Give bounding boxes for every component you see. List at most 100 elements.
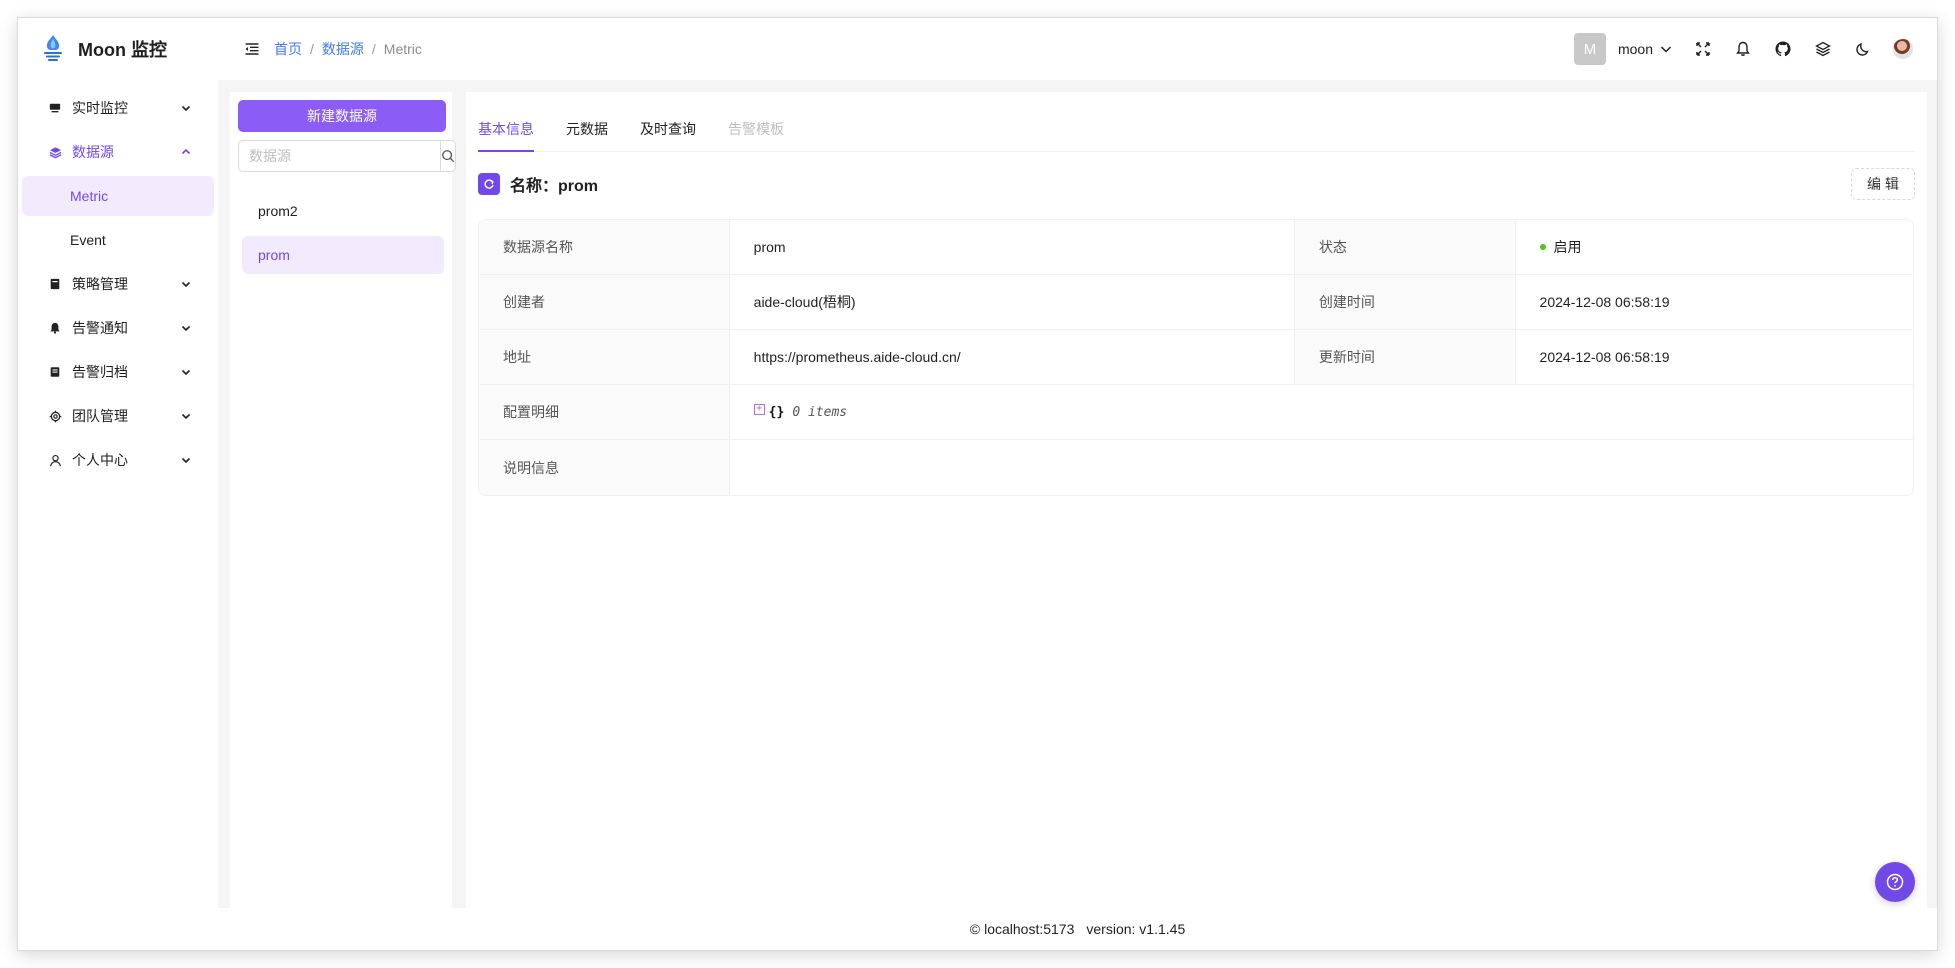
chevron-down-icon <box>181 105 191 112</box>
chevron-down-icon <box>181 325 191 332</box>
gear-icon <box>48 409 62 423</box>
description-value <box>730 440 1913 495</box>
sidebar-item-team[interactable]: 团队管理 <box>22 396 214 436</box>
user-icon <box>48 453 62 467</box>
sidebar-subitem-label: Metric <box>70 188 109 204</box>
edit-button[interactable]: 编 辑 <box>1851 168 1915 200</box>
monitor-icon <box>48 101 62 115</box>
moon-logo-icon <box>44 35 62 61</box>
status-dot-icon <box>1539 244 1546 250</box>
description-label: 说明信息 <box>479 440 730 495</box>
footer: © localhost:5173 version: v1.1.45 <box>218 908 1937 950</box>
datasource-detail-panel: 基本信息 元数据 及时查询 告警模板 名称：prom 编 辑 数据源名称 pro… <box>466 92 1927 908</box>
datasource-name-title: 名称：prom <box>510 178 599 195</box>
address-value: https://prometheus.aide-cloud.cn/ <box>730 330 1295 384</box>
breadcrumb: 首页 / 数据源 / Metric <box>274 39 422 59</box>
json-viewer: + {} 0 items <box>753 403 848 420</box>
breadcrumb-separator: / <box>371 41 376 57</box>
top-header: 首页 / 数据源 / Metric M moon <box>218 18 1937 80</box>
question-circle-icon <box>1886 873 1904 891</box>
chevron-down-icon <box>181 369 191 376</box>
status-value-cell: 启用 <box>1516 220 1913 274</box>
search-button[interactable] <box>441 140 456 172</box>
expand-icon[interactable]: + <box>753 403 765 415</box>
breadcrumb-home-link[interactable]: 首页 <box>274 39 302 59</box>
sidebar-subitem-label: Event <box>70 232 106 248</box>
updated-time-value: 2024-12-08 06:58:19 <box>1539 349 1670 365</box>
fullscreen-icon <box>1696 42 1710 56</box>
tab-instant-query[interactable]: 及时查询 <box>640 107 696 151</box>
sidebar-item-label: 告警归档 <box>72 364 128 380</box>
chevron-down-icon[interactable] <box>1659 42 1673 56</box>
sidebar-item-label: 个人中心 <box>72 452 128 468</box>
breadcrumb-separator: / <box>310 41 314 57</box>
breadcrumb-current: Metric <box>383 41 422 57</box>
tab-metadata[interactable]: 元数据 <box>566 107 608 151</box>
status-label: 状态 <box>1294 220 1516 274</box>
tab-basic-info[interactable]: 基本信息 <box>478 107 534 152</box>
github-button[interactable] <box>1773 39 1793 59</box>
sidebar-item-label: 策略管理 <box>72 276 128 292</box>
table-row: 说明信息 <box>479 440 1913 495</box>
sidebar-item-strategy[interactable]: 策略管理 <box>22 264 214 304</box>
help-button[interactable] <box>1875 862 1915 902</box>
table-row: 配置明细 + {} 0 items <box>479 385 1913 440</box>
creator-value: aide-cloud(梧桐) <box>730 275 1295 329</box>
sidebar-subitem-metric[interactable]: Metric <box>22 176 214 216</box>
app-title: Moon 监控 <box>78 40 167 60</box>
creator-label: 创建者 <box>479 275 730 329</box>
sidebar-menu: 实时监控 数据源 Metric Event 策略管理 告警通知 告警归档 团队管… <box>18 80 218 480</box>
sidebar-subitem-event[interactable]: Event <box>22 220 214 260</box>
user-avatar-image[interactable] <box>1893 39 1913 59</box>
theme-layers-button[interactable] <box>1813 39 1833 59</box>
table-row: 创建者 aide-cloud(梧桐) 创建时间 2024-12-08 06:58… <box>479 275 1913 330</box>
sidebar-item-alert-notify[interactable]: 告警通知 <box>22 308 214 348</box>
json-braces: {} <box>768 404 785 420</box>
fullscreen-button[interactable] <box>1693 39 1713 59</box>
datasource-list-panel: 新建数据源 prom2 prom <box>230 92 456 908</box>
updated-time-label: 更新时间 <box>1294 330 1516 384</box>
footer-host: localhost:5173 <box>984 921 1075 937</box>
copyright-icon: © <box>969 921 981 937</box>
name-value: prom <box>730 220 1295 274</box>
breadcrumb-datasource-link[interactable]: 数据源 <box>322 39 364 59</box>
config-label: 配置明细 <box>479 385 730 439</box>
chevron-down-icon <box>181 457 191 464</box>
header-actions: M moon <box>1573 18 1913 80</box>
json-item-count: 0 items <box>792 404 848 420</box>
sidebar-item-realtime-monitor[interactable]: 实时监控 <box>22 88 214 128</box>
datasource-item-prom[interactable]: prom <box>242 236 444 274</box>
footer-version: version: v1.1.45 <box>1086 921 1186 937</box>
app-window: Moon 监控 实时监控 数据源 Metric Event 策略管理 告警通知 … <box>18 18 1937 950</box>
chevron-down-icon <box>181 413 191 420</box>
chevron-up-icon <box>181 148 191 155</box>
username[interactable]: moon <box>1618 41 1653 57</box>
datasource-item-prom2[interactable]: prom2 <box>242 192 444 230</box>
app-logo[interactable]: Moon 监控 <box>18 18 218 80</box>
address-label: 地址 <box>479 330 730 384</box>
sidebar-item-personal[interactable]: 个人中心 <box>22 440 214 480</box>
sidebar-item-label: 实时监控 <box>72 100 128 116</box>
new-datasource-button[interactable]: 新建数据源 <box>238 100 446 132</box>
detail-title-row: 名称：prom 编 辑 <box>478 168 1915 200</box>
notification-button[interactable] <box>1733 39 1753 59</box>
datasource-search-input[interactable] <box>238 140 441 172</box>
datasource-item-label: prom <box>258 247 290 263</box>
refresh-icon <box>478 173 500 195</box>
layers-icon <box>1815 41 1831 57</box>
config-value-cell: + {} 0 items <box>730 385 1913 439</box>
sidebar-item-label: 告警通知 <box>72 320 128 336</box>
user-avatar-letter[interactable]: M <box>1573 33 1606 65</box>
datasource-list: prom2 prom <box>242 192 444 280</box>
name-label: 数据源名称 <box>479 220 730 274</box>
sidebar-item-alert-archive[interactable]: 告警归档 <box>22 352 214 392</box>
sidebar-item-datasource[interactable]: 数据源 <box>22 132 214 172</box>
datasource-search <box>238 140 456 172</box>
bell-icon <box>1736 41 1750 56</box>
github-icon <box>1775 41 1791 57</box>
datasource-descriptions: 数据源名称 prom 状态 启用 创建者 aide-cloud(梧桐) 创建时间… <box>478 219 1914 496</box>
table-row: 数据源名称 prom 状态 启用 <box>479 220 1913 275</box>
detail-tabs: 基本信息 元数据 及时查询 告警模板 <box>478 92 1915 152</box>
menu-fold-icon[interactable] <box>244 41 260 57</box>
dark-mode-button[interactable] <box>1853 39 1873 59</box>
